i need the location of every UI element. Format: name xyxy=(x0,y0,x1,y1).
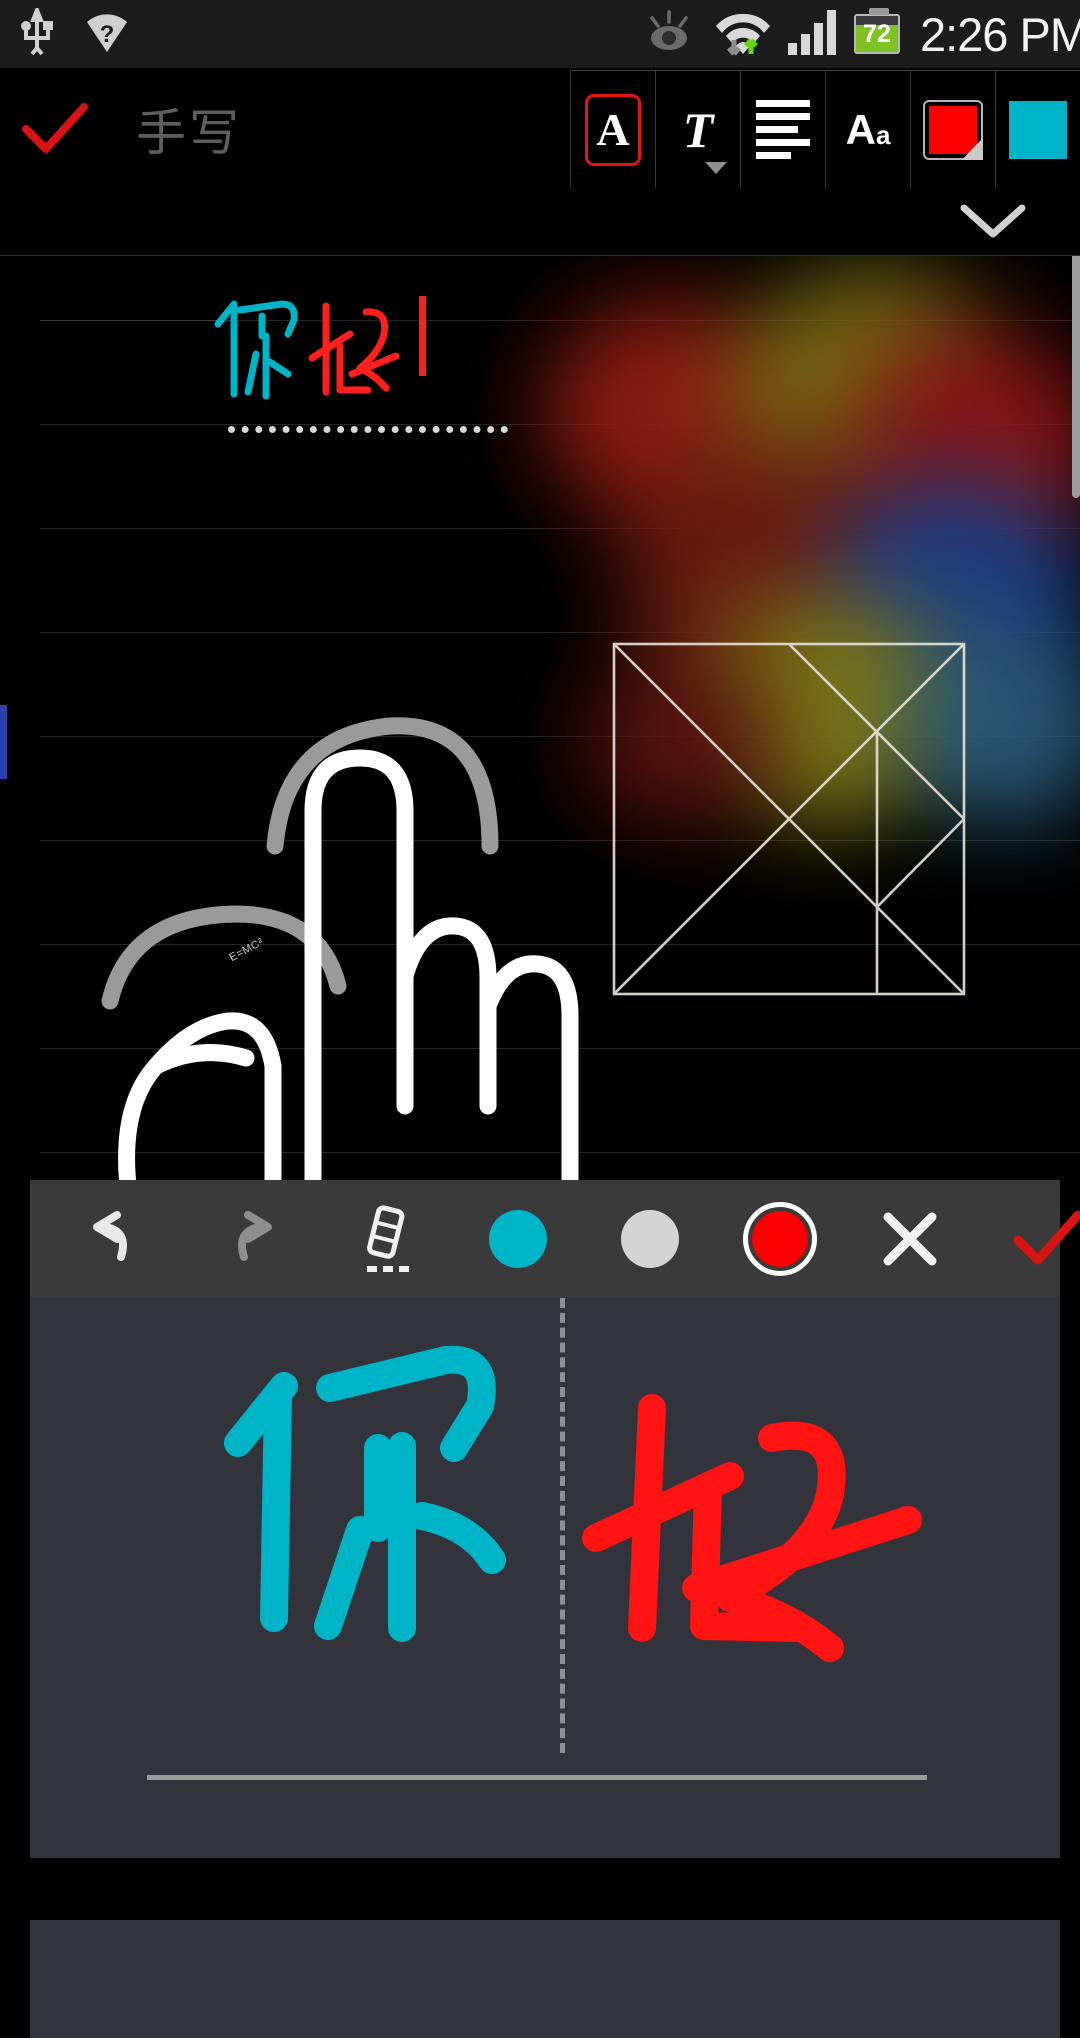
note-handwriting-text xyxy=(200,276,440,411)
text-box-button[interactable]: A xyxy=(570,71,655,188)
vertical-scrollbar[interactable] xyxy=(1072,256,1080,498)
app-toolbar: 手写 A T Aa xyxy=(0,68,1080,190)
cancel-button[interactable] xyxy=(845,1180,975,1298)
status-bar-right-icons: 72 2:26 PM xyxy=(638,6,1080,63)
confirm-button[interactable] xyxy=(975,1180,1080,1298)
text-style-button[interactable]: T xyxy=(655,71,740,188)
highlight-color-swatch xyxy=(1009,101,1067,159)
svg-text:?: ? xyxy=(100,21,115,48)
battery-percent-label: 72 xyxy=(863,22,891,47)
font-size-icon: Aa xyxy=(846,106,891,154)
eraser-button[interactable] xyxy=(320,1180,450,1298)
handwriting-canvas[interactable] xyxy=(30,1298,1060,2038)
color-white-button[interactable] xyxy=(585,1180,715,1298)
close-icon xyxy=(880,1209,940,1269)
align-lines-icon xyxy=(756,100,810,159)
smart-stay-eye-icon xyxy=(638,8,700,61)
done-check-button[interactable] xyxy=(0,101,110,157)
pen-color-button[interactable] xyxy=(910,71,995,188)
check-icon xyxy=(22,101,88,157)
usb-icon xyxy=(18,8,58,61)
eraser-icon xyxy=(353,1203,417,1275)
color-cyan-button[interactable] xyxy=(450,1180,585,1298)
status-bar: ? xyxy=(0,0,1080,68)
toolbar-collapse-row xyxy=(0,190,1080,256)
chevron-down-icon xyxy=(705,162,727,174)
wifi-question-icon: ? xyxy=(84,8,130,61)
status-bar-left-icons: ? xyxy=(0,8,130,61)
chevron-down-icon xyxy=(958,200,1028,242)
text-cursor xyxy=(419,296,426,376)
text-underline-dotted xyxy=(228,426,508,433)
collapse-toolbar-button[interactable] xyxy=(958,200,1028,247)
italic-text-icon: T xyxy=(683,101,714,159)
undo-button[interactable] xyxy=(30,1180,190,1298)
handwriting-strokes xyxy=(30,1298,1060,1773)
hand-gesture-drawing xyxy=(60,546,680,1180)
font-size-button[interactable]: Aa xyxy=(825,71,910,188)
page-title: 手写 xyxy=(136,93,242,165)
bottom-strip xyxy=(0,1858,1080,1920)
redo-button[interactable] xyxy=(190,1180,320,1298)
check-icon xyxy=(1013,1210,1080,1268)
color-red-button[interactable] xyxy=(715,1180,845,1298)
red-color-dot-selected xyxy=(743,1202,817,1276)
clock-label: 2:26 PM xyxy=(920,7,1080,62)
cyan-color-dot xyxy=(489,1210,547,1268)
page-edge-tab[interactable] xyxy=(0,705,7,779)
handwriting-input-panel xyxy=(0,1180,1080,1920)
redo-icon xyxy=(222,1209,288,1269)
handwriting-baseline xyxy=(147,1775,927,1780)
undo-icon xyxy=(77,1209,143,1269)
note-canvas[interactable]: E=MC² xyxy=(0,256,1080,1180)
signal-bars-icon xyxy=(786,7,842,62)
wifi-icon xyxy=(712,6,774,63)
highlight-color-button[interactable] xyxy=(995,71,1080,188)
text-align-button[interactable] xyxy=(740,71,825,188)
color-dropdown-caret-icon xyxy=(962,138,983,160)
pen-color-swatch xyxy=(923,100,983,160)
battery-indicator: 72 xyxy=(854,14,900,54)
handwriting-toolbar xyxy=(30,1180,1060,1298)
text-box-icon: A xyxy=(585,94,641,166)
format-toolbar: A T Aa xyxy=(570,70,1080,188)
white-color-dot xyxy=(621,1210,679,1268)
